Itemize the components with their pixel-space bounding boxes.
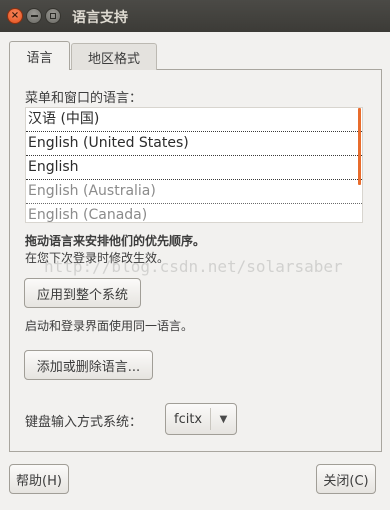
- language-list-heading: 菜单和窗口的语言：: [25, 91, 143, 106]
- help-button[interactable]: 帮助(H): [9, 464, 69, 494]
- input-method-label: 键盘输入方式系统：: [25, 415, 143, 430]
- language-item[interactable]: English (Australia): [26, 180, 362, 204]
- language-support-window: × 语言支持 语言 地区格式 菜单和窗口的语言： 汉语 (中国) English…: [0, 0, 390, 510]
- drag-hint: 拖动语言来安排他们的优先顺序。: [25, 234, 206, 248]
- input-method-select[interactable]: fcitx ▼: [165, 403, 237, 435]
- minimize-icon[interactable]: [26, 8, 42, 24]
- language-item[interactable]: English (United States): [26, 132, 362, 156]
- install-remove-languages-button[interactable]: 添加或删除语言...: [24, 350, 153, 380]
- title-bar: × 语言支持: [0, 0, 390, 32]
- watermark: http://blog.csdn.net/solarsaber: [44, 257, 343, 276]
- tab-regional-formats[interactable]: 地区格式: [71, 43, 157, 70]
- apply-system-wide-button[interactable]: 应用到整个系统: [24, 278, 141, 308]
- tab-language[interactable]: 语言: [9, 41, 70, 70]
- language-item[interactable]: English (Canada): [26, 204, 362, 222]
- window-title: 语言支持: [72, 10, 128, 26]
- language-item[interactable]: English: [26, 156, 362, 180]
- close-button[interactable]: 关闭(C): [316, 464, 376, 494]
- language-item[interactable]: 汉语 (中国): [26, 108, 362, 132]
- language-list[interactable]: 汉语 (中国) English (United States) English …: [25, 107, 363, 223]
- scroll-indicator[interactable]: [358, 108, 361, 185]
- input-method-value: fcitx: [174, 411, 203, 427]
- maximize-icon[interactable]: [45, 8, 61, 24]
- close-icon[interactable]: ×: [7, 8, 23, 24]
- chevron-down-icon: ▼: [219, 413, 228, 425]
- apply-note: 启动和登录界面使用同一语言。: [25, 319, 194, 333]
